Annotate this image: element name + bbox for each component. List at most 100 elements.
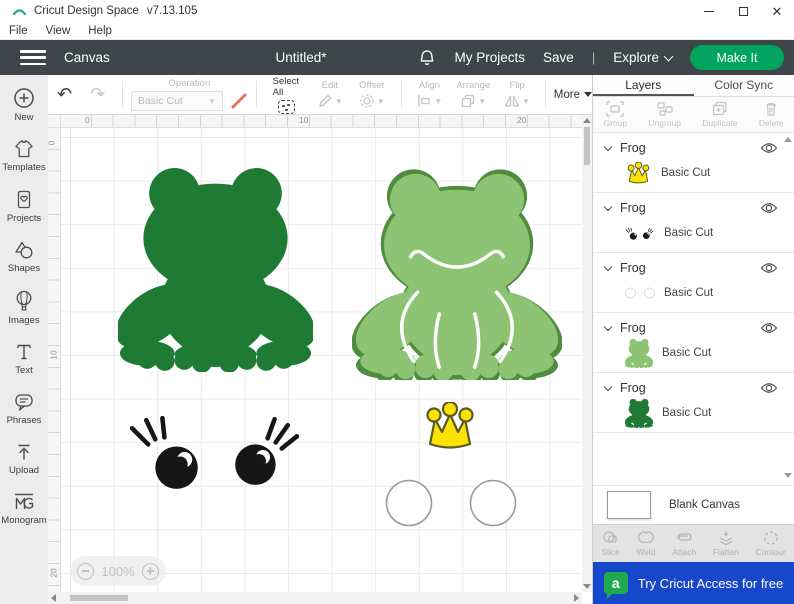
toolbar-separator xyxy=(255,80,257,109)
scroll-right-icon[interactable] xyxy=(574,594,579,602)
feet-circles-shape[interactable] xyxy=(384,477,518,529)
visibility-eye-icon[interactable] xyxy=(760,262,778,274)
horizontal-scrollbar[interactable] xyxy=(48,592,582,604)
maximize-button[interactable] xyxy=(726,0,760,22)
select-all-icon xyxy=(278,99,296,114)
layer-row-frog-light[interactable]: Frog Basic Cut xyxy=(593,313,794,373)
monogram-icon xyxy=(15,493,34,509)
layer-row-crown[interactable]: Frog Basic Cut xyxy=(593,133,794,193)
visibility-eye-icon[interactable] xyxy=(760,142,778,154)
menu-help[interactable]: Help xyxy=(79,25,121,37)
explore-menu[interactable]: Explore xyxy=(613,50,674,65)
blank-canvas-row[interactable]: Blank Canvas xyxy=(593,485,794,524)
chevron-down-icon[interactable] xyxy=(603,142,613,152)
sidebar-item-templates[interactable]: Templates xyxy=(0,139,48,173)
duplicate-button[interactable]: Duplicate xyxy=(702,101,738,128)
layer-row-frog-dark[interactable]: Frog Basic Cut xyxy=(593,373,794,433)
blank-canvas-swatch[interactable] xyxy=(607,491,651,519)
caret-down-icon: ▼ xyxy=(334,96,343,106)
make-it-button[interactable]: Make It xyxy=(690,45,784,70)
chevron-down-icon[interactable] xyxy=(603,202,613,212)
app-header: Canvas Untitled* My Projects Save | Expl… xyxy=(0,40,794,75)
tab-layers[interactable]: Layers xyxy=(593,75,694,96)
tab-color-sync[interactable]: Color Sync xyxy=(694,75,794,96)
offset-icon xyxy=(360,94,374,108)
contour-button[interactable]: Contour xyxy=(755,530,786,557)
banner-text: Try Cricut Access for free xyxy=(637,575,784,591)
offset-button[interactable]: Offset ▼ xyxy=(351,76,393,114)
more-button[interactable]: More xyxy=(554,89,592,101)
sidebar-item-monogram[interactable]: Monogram xyxy=(0,492,48,526)
letter-t-icon xyxy=(17,344,31,360)
cricut-access-banner[interactable]: a Try Cricut Access for free xyxy=(593,562,794,604)
chevron-down-icon[interactable] xyxy=(603,262,613,272)
flip-button[interactable]: Flip ▼ xyxy=(497,76,537,114)
hamburger-menu-icon[interactable] xyxy=(20,50,46,65)
upload-arrow-icon xyxy=(18,444,30,460)
bell-icon[interactable] xyxy=(417,48,437,68)
scroll-left-icon[interactable] xyxy=(51,594,56,602)
visibility-eye-icon[interactable] xyxy=(760,202,778,214)
caret-down-icon: ▼ xyxy=(376,96,385,106)
close-button[interactable]: ✕ xyxy=(760,0,794,22)
my-projects-link[interactable]: My Projects xyxy=(455,50,526,65)
weld-icon xyxy=(638,531,654,543)
sidebar-item-new[interactable]: New xyxy=(0,87,48,123)
vertical-scrollbar[interactable] xyxy=(582,115,592,592)
slice-button[interactable]: Slice xyxy=(601,530,620,557)
layer-row-circles[interactable]: Frog Basic Cut xyxy=(593,253,794,313)
panel-tabs: Layers Color Sync xyxy=(593,75,794,97)
operation-select[interactable]: Basic Cut ▼ xyxy=(130,91,223,111)
menu-file[interactable]: File xyxy=(0,25,37,37)
attach-button[interactable]: Attach xyxy=(672,530,696,557)
sidebar-item-images[interactable]: Images xyxy=(0,290,48,326)
shirt-icon xyxy=(15,140,33,158)
panel-scroll-up-icon[interactable] xyxy=(784,137,792,142)
frog-eyes-shape[interactable] xyxy=(126,412,308,491)
vertical-ruler: 0 10 20 xyxy=(46,128,61,592)
scroll-down-icon[interactable] xyxy=(583,584,591,589)
sidebar-item-phrases[interactable]: Phrases xyxy=(0,392,48,426)
save-link[interactable]: Save xyxy=(543,50,574,65)
flatten-button[interactable]: Flatten xyxy=(713,530,739,557)
panel-scroll-down-icon[interactable] xyxy=(784,473,792,478)
left-sidebar: New Templates Projects Shapes Images Tex… xyxy=(0,75,48,604)
visibility-eye-icon[interactable] xyxy=(760,382,778,394)
delete-button[interactable]: Delete xyxy=(759,101,783,128)
select-all-button[interactable]: Select All xyxy=(265,76,309,114)
sidebar-item-projects[interactable]: Projects xyxy=(0,189,48,224)
horizontal-scroll-thumb[interactable] xyxy=(70,595,128,601)
crown-shape[interactable] xyxy=(422,402,478,452)
minimize-button[interactable] xyxy=(692,0,726,22)
vertical-scroll-thumb[interactable] xyxy=(584,127,590,165)
frog-dark-shape[interactable] xyxy=(118,162,313,372)
chevron-down-icon[interactable] xyxy=(603,382,613,392)
redo-icon[interactable]: ↷ xyxy=(81,84,114,105)
layer-row-eyes[interactable]: Frog Basic Cut xyxy=(593,193,794,253)
arrange-button[interactable]: Arrange ▼ xyxy=(449,76,497,114)
weld-button[interactable]: Weld xyxy=(636,530,656,557)
group-button[interactable]: Group xyxy=(604,101,627,128)
zoom-in-button[interactable] xyxy=(142,562,159,580)
ungroup-button[interactable]: Ungroup xyxy=(648,101,681,128)
undo-icon[interactable]: ↶ xyxy=(48,84,81,105)
menu-view[interactable]: View xyxy=(37,25,80,37)
chevron-down-icon xyxy=(663,51,674,62)
sidebar-item-shapes[interactable]: Shapes xyxy=(0,240,48,274)
eyes-thumbnail xyxy=(625,227,654,240)
caret-down-icon: ▼ xyxy=(434,96,443,106)
frog-light-shape[interactable] xyxy=(352,168,562,380)
align-button[interactable]: Align ▼ xyxy=(409,76,449,114)
select-caret-icon: ▼ xyxy=(207,96,216,106)
chevron-down-icon[interactable] xyxy=(603,322,613,332)
edit-button[interactable]: Edit ▼ xyxy=(309,76,351,114)
document-title[interactable]: Untitled* xyxy=(236,50,366,65)
sidebar-item-text[interactable]: Text xyxy=(0,342,48,376)
sidebar-item-upload[interactable]: Upload xyxy=(0,442,48,476)
zoom-out-button[interactable] xyxy=(77,562,94,580)
visibility-eye-icon[interactable] xyxy=(760,322,778,334)
pen-color-icon[interactable] xyxy=(230,92,248,110)
scroll-up-icon[interactable] xyxy=(583,118,591,123)
caret-down-icon: ▼ xyxy=(522,96,531,106)
frog-dark-thumbnail xyxy=(625,398,653,428)
